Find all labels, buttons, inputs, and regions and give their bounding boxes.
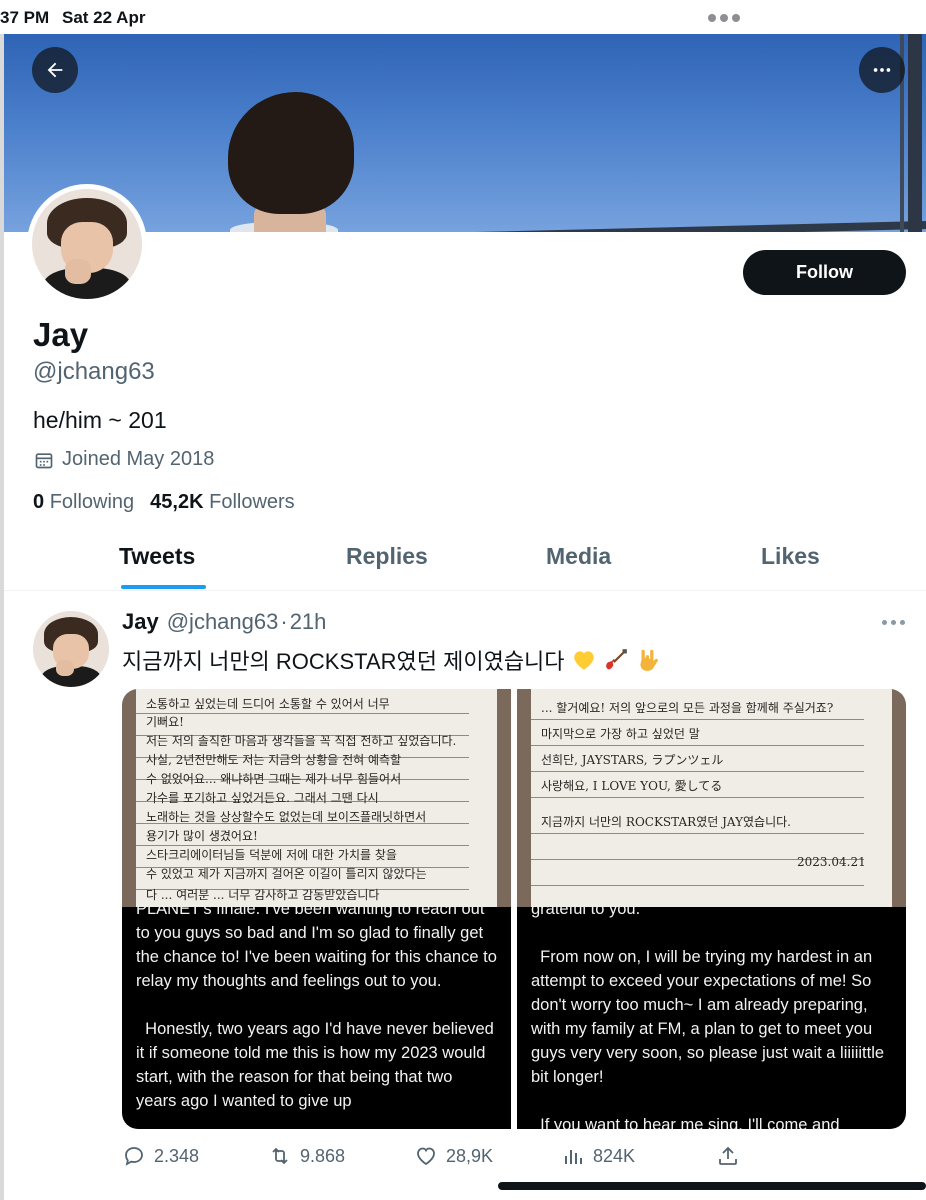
translation-text-2: grateful to you. From now on, I will be … — [517, 907, 906, 1129]
handwriting-line: 저는 저의 솔직한 마음과 생각들을 꼭 직접 전하고 싶었습니다. — [146, 734, 457, 748]
tab-replies[interactable]: Replies — [346, 543, 428, 570]
translation-paragraph: grateful to you. From now on, I will be … — [531, 907, 885, 1129]
status-bar: 37 PM Sat 22 Apr — [0, 0, 926, 34]
profile-bio: he/him ~ 201 — [33, 407, 167, 433]
joined-date: Joined May 2018 — [34, 448, 214, 471]
reply-count: 2.348 — [154, 1145, 200, 1166]
media-image-2[interactable]: ... 할거예요! 저의 앞으로의 모든 과정을 함께해 주실거죠? 마지막으로… — [517, 689, 906, 1129]
handwritten-letter-2: ... 할거예요! 저의 앞으로의 모든 과정을 함께해 주실거죠? 마지막으로… — [517, 689, 906, 907]
media-image-1[interactable]: 소통하고 싶었는데 드디어 소통할 수 있어서 너무 기뻐요! 저는 저의 솔직… — [122, 689, 511, 1129]
translation-text-1: PLANET's finale. I've been wanting to re… — [122, 907, 511, 1129]
handwriting-line: 사랑해요, I LOVE YOU, 愛してる — [541, 779, 723, 793]
following-label: Following — [49, 491, 135, 513]
ellipsis-icon — [873, 68, 891, 72]
joined-text: Joined May 2018 — [62, 448, 215, 470]
home-indicator[interactable] — [498, 1182, 926, 1190]
followers-label: Followers — [209, 491, 295, 513]
profile-handle: @jchang63 — [33, 358, 155, 385]
handwriting-line: 스타크리에이터님들 덕분에 저에 대한 가치를 찾을 — [146, 848, 397, 862]
heart-icon — [417, 1147, 435, 1166]
arrow-left-icon — [47, 62, 63, 78]
reply-button[interactable]: 2.348 — [122, 1144, 199, 1168]
tweet-actions: 2.348 9.868 28,9K 824K — [122, 1144, 742, 1172]
following-link[interactable]: 0 Following — [33, 491, 134, 514]
tweet-separator: · — [280, 609, 288, 634]
tab-media[interactable]: Media — [546, 543, 611, 570]
reply-icon — [125, 1147, 143, 1166]
love-you-gesture-icon — [639, 649, 658, 671]
views-button[interactable]: 824K — [561, 1144, 635, 1168]
following-count: 0 — [33, 491, 45, 513]
back-button[interactable] — [32, 47, 78, 93]
handwriting-line: ... 할거예요! 저의 앞으로의 모든 과정을 함께해 주실거죠? — [541, 701, 834, 715]
handwriting-line: 노래하는 것을 상상할수도 없었는데 보이즈플래닛하면서 — [146, 810, 427, 824]
share-button[interactable] — [716, 1144, 740, 1168]
tweet-media[interactable]: 소통하고 싶었는데 드디어 소통할 수 있어서 너무 기뻐요! 저는 저의 솔직… — [122, 689, 906, 1129]
handwriting-line: 기뻐요! — [146, 715, 184, 729]
share-icon — [719, 1146, 737, 1165]
followers-link[interactable]: 45,2K Followers — [150, 491, 295, 514]
profile-tabs: Tweets Replies Media Likes — [4, 535, 926, 591]
follow-button[interactable]: Follow — [743, 250, 906, 295]
calendar-icon — [35, 452, 53, 468]
handwriting-line: 수 있었고 제가 지금까지 걸어온 이길이 틀리지 않았다는 — [146, 867, 427, 881]
handwritten-letter-1: 소통하고 싶었는데 드디어 소통할 수 있어서 너무 기뻐요! 저는 저의 솔직… — [122, 689, 511, 907]
handwriting-line: 선희단, JAYSTARS, ラプンツェル — [541, 753, 724, 767]
handwriting-line: 용기가 많이 생겼어요! — [146, 829, 258, 843]
tweet-avatar[interactable] — [33, 611, 109, 687]
profile-name: Jay — [33, 316, 89, 353]
more-options-button[interactable] — [859, 47, 905, 93]
retweet-icon — [272, 1147, 288, 1165]
multitasking-dots-icon[interactable] — [708, 14, 740, 22]
handwriting-line: 소통하고 싶었는데 드디어 소통할 수 있어서 너무 — [146, 697, 390, 711]
tab-likes[interactable]: Likes — [761, 543, 820, 570]
retweet-count: 9.868 — [300, 1145, 346, 1166]
yellow-heart-icon — [573, 651, 594, 670]
handwriting-line: 다 ... 여러분 ... 너무 감사하고 감동받았습니다 — [146, 888, 380, 902]
bar-chart-icon — [565, 1150, 582, 1164]
handwriting-line: 가수를 포기하고 싶었거든요. 그래서 그땐 다시 — [146, 791, 379, 805]
handwriting-line: 사실, 2년전만해도 저는 지금의 상황을 전혀 예측할 — [146, 753, 402, 767]
status-time: 37 PM — [0, 8, 50, 27]
retweet-button[interactable]: 9.868 — [268, 1144, 345, 1168]
handwriting-line: 마지막으로 가장 하고 싶었던 말 — [541, 727, 700, 741]
handwriting-line: 지금까지 너만의 ROCKSTAR였던 JAY였습니다. — [541, 815, 791, 829]
handwriting-date: 2023.04.21 — [797, 855, 866, 869]
tweet-more-icon[interactable] — [882, 620, 905, 625]
like-button[interactable]: 28,9K — [414, 1144, 493, 1168]
status-date: Sat 22 Apr — [62, 8, 146, 27]
handwriting-line: 수 없었어요... 왜냐하면 그때는 제가 너무 힘들어서 — [146, 772, 402, 786]
tweet-time[interactable]: 21h — [290, 609, 327, 635]
tweet-author-handle[interactable]: @jchang63 — [167, 609, 279, 635]
views-count: 824K — [593, 1145, 636, 1166]
profile-banner[interactable] — [4, 34, 926, 232]
followers-count: 45,2K — [150, 491, 204, 513]
tweet-text: 지금까지 너만의 ROCKSTAR였던 제이였습니다 — [122, 644, 661, 676]
active-tab-indicator — [121, 585, 206, 589]
tweet-body: 지금까지 너만의 ROCKSTAR였던 제이였습니다 — [122, 649, 565, 674]
follow-stats: 0 Following 45,2K Followers — [33, 491, 295, 514]
guitar-icon — [605, 649, 627, 670]
tweet-header: Jay @jchang63 · 21h — [122, 609, 326, 635]
translation-paragraph: PLANET's finale. I've been wanting to re… — [136, 907, 497, 1110]
tweet-author-name[interactable]: Jay — [122, 609, 159, 635]
profile-avatar[interactable] — [27, 184, 147, 304]
tab-tweets[interactable]: Tweets — [119, 543, 195, 570]
like-count: 28,9K — [446, 1145, 494, 1166]
